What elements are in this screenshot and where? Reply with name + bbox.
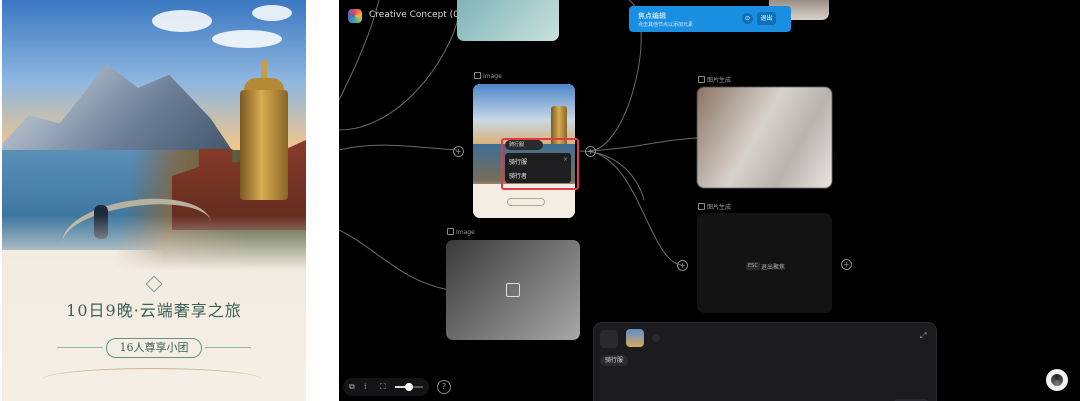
poster-hills (42, 368, 262, 391)
gen-node-1[interactable] (697, 87, 832, 188)
dropdown-item[interactable]: 骑行服 (509, 157, 527, 166)
node-canvas[interactable]: Creative Concept (0428) Image 骑行服 骑行服 × … (339, 0, 1080, 401)
close-icon[interactable]: × (563, 156, 568, 163)
thumb-pill (507, 198, 545, 206)
tag-dropdown[interactable]: 骑行服 × 骑行者 (505, 153, 571, 183)
grid-icon[interactable]: ⁞ (364, 382, 367, 391)
gen-node-1-label: 图片生成 (698, 75, 731, 84)
zoom-handle[interactable] (405, 383, 413, 391)
cloud (152, 10, 212, 32)
attach-icon[interactable] (600, 330, 618, 348)
image-icon (474, 72, 481, 79)
cloud (252, 5, 292, 21)
exit-button[interactable]: 退出 (757, 12, 776, 25)
zoom-slider[interactable] (395, 383, 423, 391)
image-icon (698, 203, 705, 210)
assistant-icon[interactable] (1046, 369, 1068, 391)
poster-subtitle: 16人尊享小团 (57, 338, 251, 358)
canvas-toolbar: ⧉ ⁞ ⛶ (343, 378, 429, 396)
prayer-wheel (234, 60, 294, 210)
help-icon[interactable]: ? (437, 380, 451, 394)
image-node-empty[interactable] (446, 240, 580, 340)
image-placeholder-icon (506, 283, 520, 297)
banner-desc: 点击其他节点以添加元素 (638, 22, 694, 28)
layers-icon[interactable]: ⧉ (349, 382, 355, 392)
dropdown-item[interactable]: 骑行者 (509, 171, 527, 180)
esc-hint: 退出聚焦 (761, 264, 786, 271)
app-logo-icon[interactable] (348, 9, 362, 23)
reference-thumbnail[interactable] (626, 329, 644, 347)
cloud (212, 30, 282, 48)
add-output-icon[interactable]: + (841, 259, 852, 270)
expand-icon[interactable]: ⤢ (920, 331, 926, 341)
info-icon[interactable]: ⊙ (742, 13, 753, 24)
focus-edit-banner: 焦点编辑 点击其他节点以添加元素 ⊙ 退出 (629, 6, 791, 32)
add-reference-icon[interactable] (652, 334, 660, 342)
add-input-icon[interactable]: + (677, 260, 688, 271)
image-node-top[interactable] (457, 0, 559, 41)
gen-node-2[interactable]: ESC 退出聚焦 (697, 213, 832, 313)
banner-title: 焦点编辑 (638, 12, 666, 20)
poster-title: 10日9晚·云端奢享之旅 (66, 301, 242, 320)
image-node-label: Image (474, 72, 502, 80)
image-node-2-label: Image (447, 228, 475, 236)
image-icon (447, 228, 454, 235)
selected-tag-label: 骑行服 (509, 142, 525, 148)
chip-label: 骑行服 (605, 357, 624, 364)
prompt-chip[interactable]: 骑行服 (600, 355, 629, 366)
add-output-icon[interactable]: + (585, 146, 596, 157)
selected-tag[interactable]: 骑行服 (505, 140, 543, 150)
prompt-panel[interactable]: ⤢ 骑行服 (593, 322, 937, 401)
esc-key: ESC (746, 262, 760, 270)
poster-image: 10日9晚·云端奢享之旅 16人尊享小团 (2, 0, 306, 401)
fit-view-icon[interactable]: ⛶ (380, 382, 386, 392)
image-icon (698, 76, 705, 83)
gen-node-2-label: 图片生成 (698, 202, 731, 211)
add-input-icon[interactable]: + (453, 146, 464, 157)
